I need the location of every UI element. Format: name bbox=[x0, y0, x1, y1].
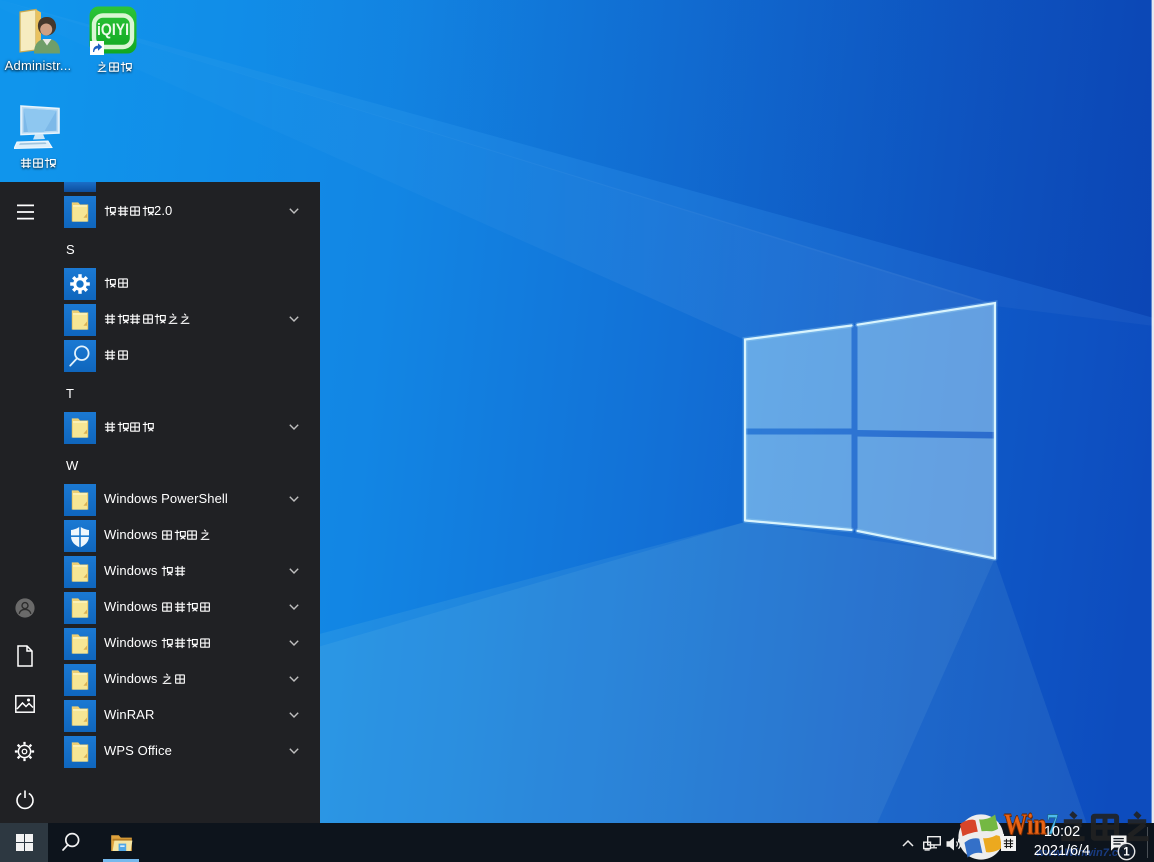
svg-text:iQIYI: iQIYI bbox=[97, 20, 129, 39]
svg-text:1: 1 bbox=[1123, 846, 1130, 858]
